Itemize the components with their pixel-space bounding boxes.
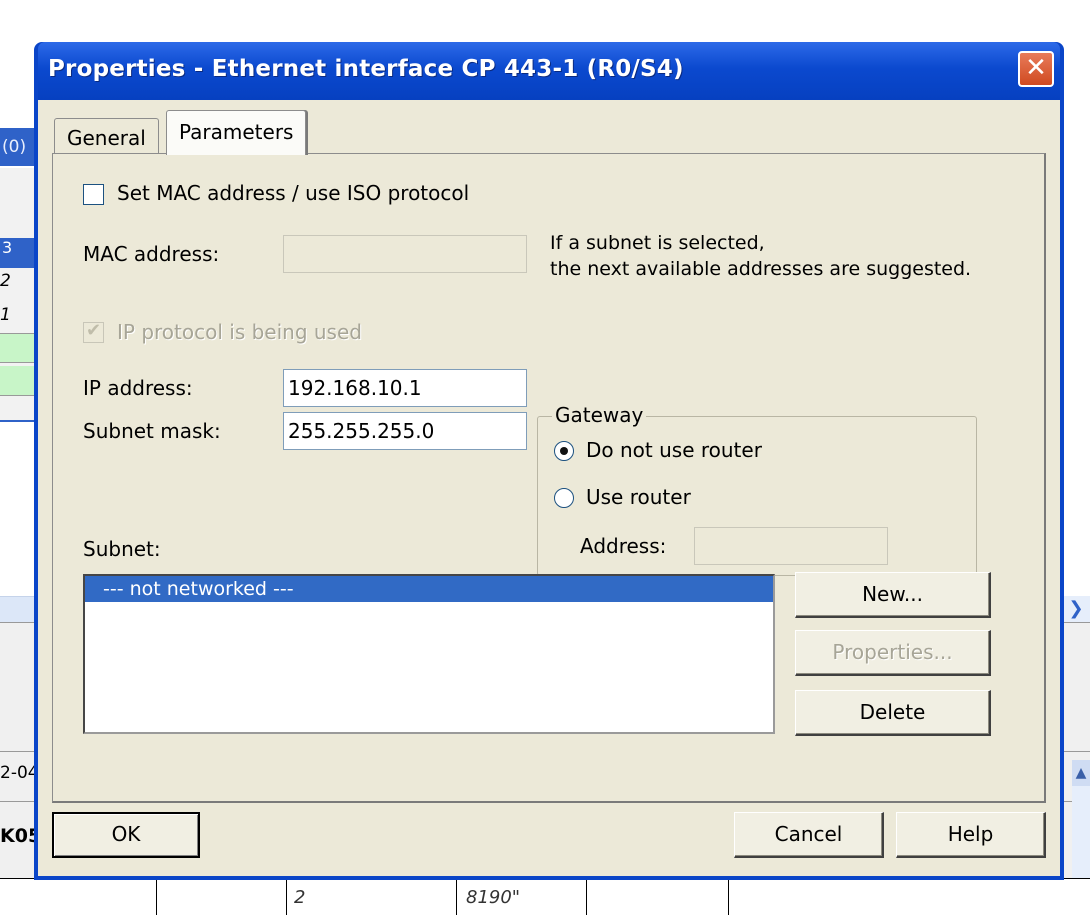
background-table: 3 2 1: [0, 168, 34, 422]
new-subnet-button[interactable]: New...: [795, 572, 991, 618]
ok-button[interactable]: OK: [52, 812, 200, 858]
subnet-listbox[interactable]: --- not networked ---: [83, 574, 775, 734]
tab-general[interactable]: General: [54, 118, 159, 156]
gateway-groupbox: Gateway Do not use router Use router Add…: [537, 403, 977, 576]
scroll-up-icon: ▲: [1072, 760, 1090, 786]
no-router-label[interactable]: Do not use router: [586, 438, 762, 462]
no-router-radio[interactable]: [554, 441, 574, 461]
ip-protocol-label: IP protocol is being used: [117, 320, 362, 344]
dialog-title: Properties - Ethernet interface CP 443-1…: [48, 56, 684, 82]
background-cell: 2: [294, 887, 306, 908]
background-row: 1: [0, 305, 11, 325]
background-green-row: [0, 333, 34, 363]
set-mac-checkbox[interactable]: [83, 184, 104, 205]
parameters-panel: Set MAC address / use ISO protocol MAC a…: [52, 153, 1046, 803]
tab-parameters[interactable]: Parameters: [166, 110, 307, 155]
subnet-label: Subnet:: [83, 537, 161, 561]
router-address-label: Address:: [580, 534, 667, 558]
subnet-hint-line2: the next available addresses are suggest…: [550, 258, 972, 280]
background-cell: 8190": [466, 887, 521, 908]
help-button[interactable]: Help: [896, 812, 1046, 858]
ip-protocol-checkbox: [83, 320, 104, 343]
background-row: 2: [0, 271, 11, 291]
background-vertical-scrollbar: ▲: [1072, 760, 1090, 880]
background-bottom-table: 2 8190": [0, 878, 1090, 915]
subnet-list-item[interactable]: --- not networked ---: [85, 576, 773, 602]
ip-address-label: IP address:: [83, 376, 193, 400]
set-mac-label: Set MAC address / use ISO protocol: [117, 181, 470, 205]
close-icon[interactable]: ✕: [1018, 51, 1054, 87]
properties-dialog: Properties - Ethernet interface CP 443-1…: [34, 42, 1064, 880]
mac-address-field[interactable]: [283, 235, 527, 273]
mac-address-label: MAC address:: [83, 242, 220, 266]
subnet-mask-field[interactable]: 255.255.255.0: [283, 412, 527, 450]
use-router-radio[interactable]: [554, 488, 574, 508]
ip-address-field[interactable]: 192.168.10.1: [283, 369, 527, 407]
delete-subnet-button[interactable]: Delete: [795, 690, 991, 736]
subnet-hint-line1: If a subnet is selected,: [550, 232, 765, 254]
background-green-row: [0, 366, 34, 396]
background-row-label: 2-04: [0, 763, 39, 783]
background-window-title: (0): [0, 128, 34, 166]
gateway-legend: Gateway: [552, 403, 647, 427]
dialog-titlebar[interactable]: Properties - Ethernet interface CP 443-1…: [38, 42, 1060, 100]
subnet-mask-label: Subnet mask:: [83, 419, 221, 443]
subnet-properties-button: Properties...: [795, 630, 991, 676]
background-selected-row: 3: [0, 238, 34, 268]
scroll-right-icon: ❯: [1062, 596, 1090, 622]
dialog-client-area: General Parameters Set MAC address / use…: [38, 100, 1060, 876]
router-address-field[interactable]: [694, 527, 888, 565]
use-router-label[interactable]: Use router: [586, 485, 691, 509]
cancel-button[interactable]: Cancel: [734, 812, 884, 858]
